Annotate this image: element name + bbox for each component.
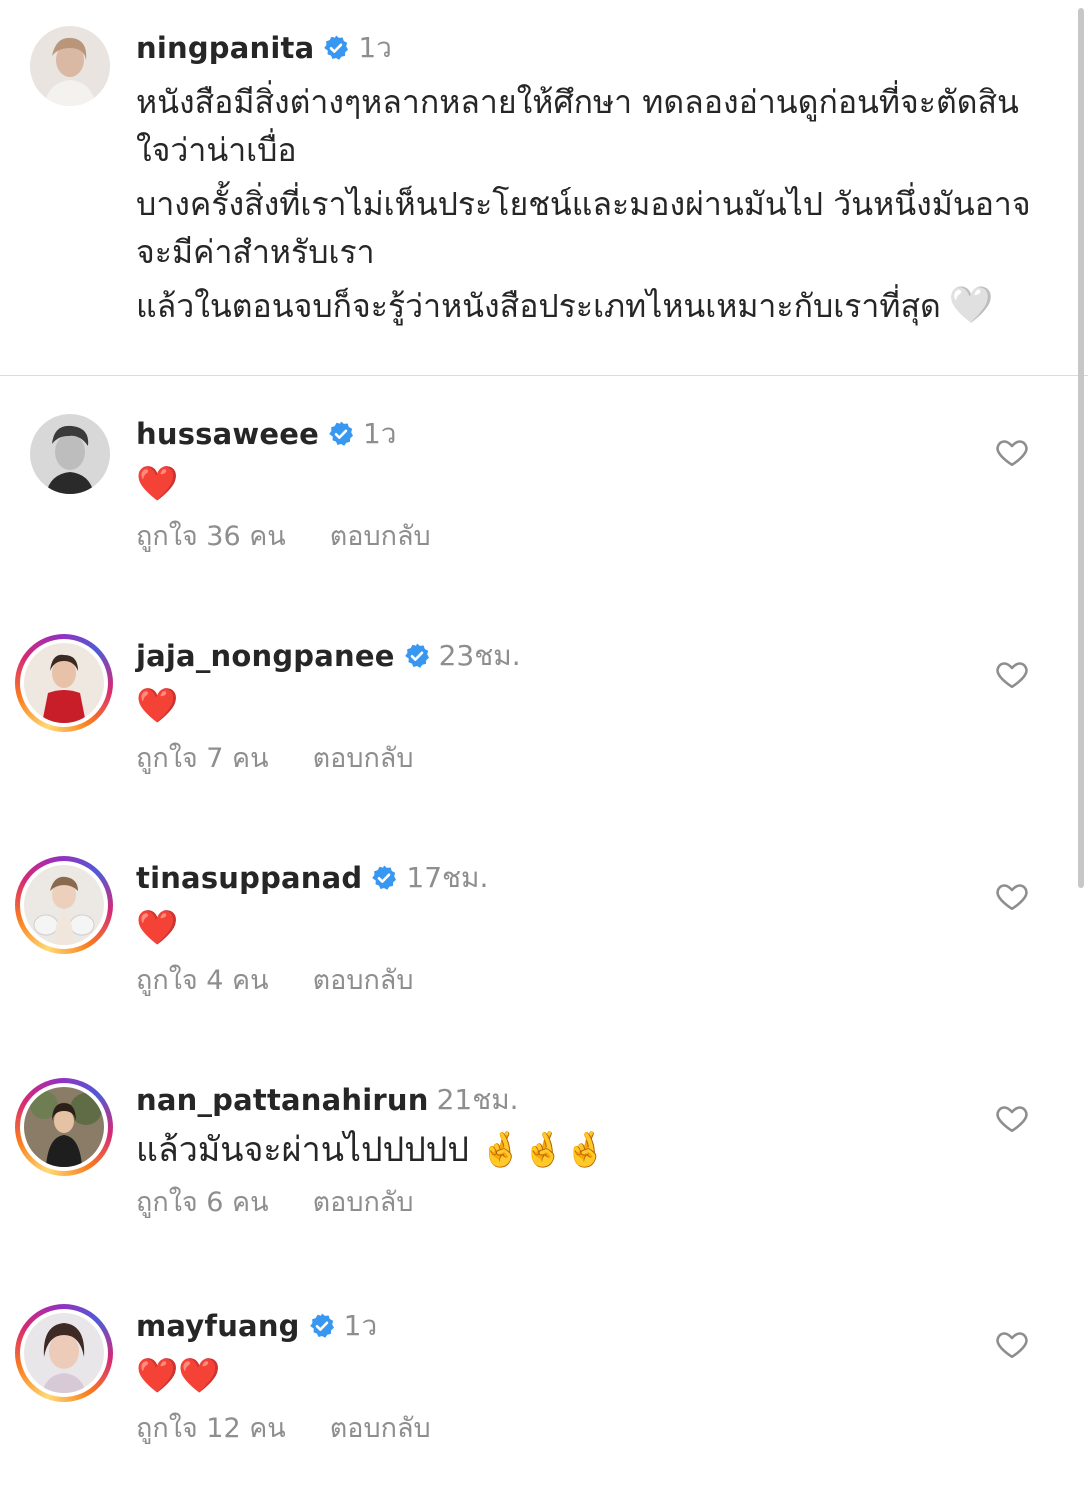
avatar-image-hussaweee [30, 414, 110, 494]
comment-meta: ถูกใจ 6 คน ตอบกลับ [136, 1180, 413, 1223]
verified-badge-icon [322, 34, 350, 62]
timestamp: 23ชม. [438, 639, 521, 672]
comment-header: nan_pattanahirun 21ชม. [136, 1080, 519, 1120]
avatar-image-nan-pattanahirun [24, 1087, 104, 1167]
username[interactable]: mayfuang [136, 1309, 300, 1343]
verified-badge-icon [327, 420, 355, 448]
like-count[interactable]: ถูกใจ 4 คน [136, 958, 269, 1001]
timestamp: 1ว [358, 31, 392, 64]
avatar[interactable] [15, 634, 113, 732]
heart-outline-icon[interactable] [994, 878, 1030, 914]
heart-outline-icon[interactable] [994, 434, 1030, 470]
verified-badge-icon [403, 642, 431, 670]
timestamp: 21ชม. [436, 1083, 519, 1116]
reply-button[interactable]: ตอบกลับ [330, 514, 431, 557]
comment-item: mayfuang 1ว ❤️❤️ ถูกใจ 12 คน ตอบกลับ [0, 1300, 1088, 1500]
like-count[interactable]: ถูกใจ 6 คน [136, 1180, 269, 1223]
verified-badge-icon [370, 864, 398, 892]
avatar[interactable] [15, 1078, 113, 1176]
reply-button[interactable]: ตอบกลับ [313, 1180, 414, 1223]
caption-line-text: แล้วในตอนจบก็จะรู้ว่าหนังสือประเภทไหนเหม… [136, 287, 941, 325]
avatar[interactable] [15, 856, 113, 954]
like-count[interactable]: ถูกใจ 12 คน [136, 1406, 286, 1449]
comment-text: ❤️❤️ [136, 1356, 221, 1396]
avatar[interactable] [30, 26, 110, 106]
comment-text: ❤️ [136, 908, 179, 948]
timestamp: 17ชม. [406, 861, 489, 894]
username[interactable]: nan_pattanahirun [136, 1083, 429, 1117]
white-heart-emoji: 🤍 [948, 285, 994, 326]
divider [0, 375, 1088, 376]
comment-item: jaja_nongpanee 23ชม. ❤️ ถูกใจ 7 คน ตอบกล… [0, 630, 1088, 830]
username[interactable]: jaja_nongpanee [136, 639, 395, 673]
comment-header: hussaweee 1ว [136, 414, 397, 454]
comment-text: ❤️ [136, 464, 179, 504]
caption-text: หนังสือมีสิ่งต่างๆหลากหลายให้ศึกษา ทดลอง… [136, 78, 1046, 336]
scrollbar[interactable] [1078, 8, 1084, 888]
timestamp: 1ว [362, 417, 397, 450]
username[interactable]: ningpanita [136, 31, 314, 65]
avatar-image-jaja-nongpanee [24, 643, 104, 723]
reply-button[interactable]: ตอบกลับ [313, 958, 414, 1001]
comments-screen: ningpanita 1ว หนังสือมีสิ่งต่างๆหลากหลาย… [0, 0, 1088, 1506]
comment-text: แล้วมันจะผ่านไปปปปป 🤞🤞🤞 [136, 1130, 607, 1170]
comment-header: mayfuang 1ว [136, 1306, 377, 1346]
comment-meta: ถูกใจ 12 คน ตอบกลับ [136, 1406, 431, 1449]
comment-text: ❤️ [136, 686, 179, 726]
avatar-image-mayfuang [24, 1313, 104, 1393]
comment-item: nan_pattanahirun 21ชม. แล้วมันจะผ่านไปปป… [0, 1074, 1088, 1274]
caption-header: ningpanita 1ว [136, 28, 392, 68]
avatar-image-ningpanita [30, 26, 110, 106]
avatar-image-tinasuppanad [24, 865, 104, 945]
caption-line: บางครั้งสิ่งที่เราไม่เห็นประโยชน์และมองผ… [136, 185, 1031, 271]
reply-button[interactable]: ตอบกลับ [313, 736, 414, 779]
like-count[interactable]: ถูกใจ 7 คน [136, 736, 269, 779]
like-count[interactable]: ถูกใจ 36 คน [136, 514, 286, 557]
comment-item: tinasuppanad 17ชม. ❤️ ถูกใจ 4 คน ตอบกลับ [0, 852, 1088, 1052]
heart-outline-icon[interactable] [994, 1100, 1030, 1136]
avatar[interactable] [30, 414, 110, 494]
comment-meta: ถูกใจ 36 คน ตอบกลับ [136, 514, 431, 557]
caption-line: หนังสือมีสิ่งต่างๆหลากหลายให้ศึกษา ทดลอง… [136, 83, 1019, 169]
username[interactable]: hussaweee [136, 417, 319, 451]
post-caption: ningpanita 1ว หนังสือมีสิ่งต่างๆหลากหลาย… [0, 0, 1088, 376]
comment-header: tinasuppanad 17ชม. [136, 858, 488, 898]
heart-outline-icon[interactable] [994, 656, 1030, 692]
comment-meta: ถูกใจ 4 คน ตอบกลับ [136, 958, 413, 1001]
comment-header: jaja_nongpanee 23ชม. [136, 636, 521, 676]
comment-item: hussaweee 1ว ❤️ ถูกใจ 36 คน ตอบกลับ [0, 408, 1088, 608]
username[interactable]: tinasuppanad [136, 861, 362, 895]
timestamp: 1ว [343, 1309, 378, 1342]
avatar[interactable] [15, 1304, 113, 1402]
caption-line: แล้วในตอนจบก็จะรู้ว่าหนังสือประเภทไหนเหม… [136, 282, 1046, 330]
reply-button[interactable]: ตอบกลับ [330, 1406, 431, 1449]
heart-outline-icon[interactable] [994, 1326, 1030, 1362]
comment-meta: ถูกใจ 7 คน ตอบกลับ [136, 736, 413, 779]
verified-badge-icon [308, 1312, 336, 1340]
